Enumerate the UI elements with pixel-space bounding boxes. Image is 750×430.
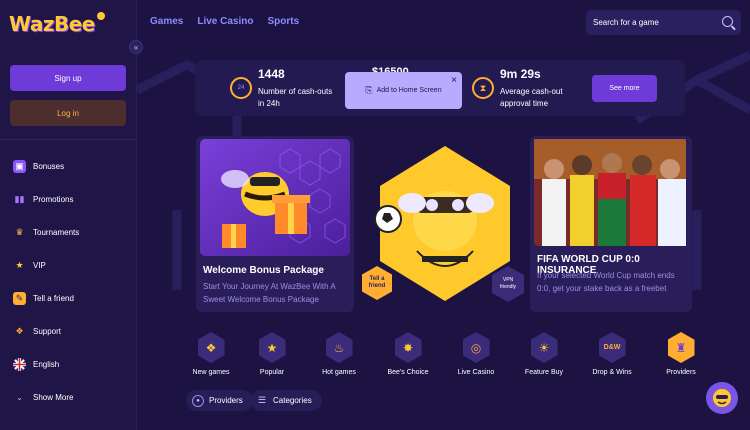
sidebar-item-vip[interactable]: ★ VIP <box>0 249 137 282</box>
star-icon: ★ <box>15 260 24 270</box>
search-placeholder: Search for a game <box>593 18 659 27</box>
sidebar-item-tournaments[interactable]: ♛ Tournaments <box>0 216 137 249</box>
sidebar-item-label: Support <box>33 327 62 336</box>
bee-logo-icon <box>96 12 105 20</box>
category-feature-buy[interactable]: ☀ Feature Buy <box>513 332 575 376</box>
category-live-casino[interactable]: ◎ Live Casino <box>445 332 507 376</box>
flame-icon: ♨ <box>325 332 353 363</box>
sidebar-item-english[interactable]: English <box>0 348 137 381</box>
welcome-card-title: Welcome Bonus Package <box>203 265 324 276</box>
category-bees-choice[interactable]: ✸ Bee's Choice <box>377 332 439 376</box>
login-button[interactable]: Log in <box>10 100 126 126</box>
podium-icon: ▮▮ <box>14 194 25 204</box>
live-chat-button[interactable] <box>706 382 738 414</box>
chevron-down-icon: ⌄ <box>16 393 23 402</box>
time-value: 9m 29s <box>500 67 541 81</box>
categories-pill-label: Categories <box>273 396 312 405</box>
sun-icon: ☀ <box>530 332 558 363</box>
add-to-home-screen-popup[interactable]: ⎘ Add to Home Screen × <box>345 72 462 109</box>
sidebar-item-label: Bonuses <box>33 162 65 171</box>
nav-link-sports[interactable]: Sports <box>268 16 300 27</box>
sidebar-item-label: VIP <box>33 261 46 270</box>
sidebar-item-label: Show More <box>33 393 74 402</box>
category-label: Popular <box>259 369 285 376</box>
category-new-games[interactable]: ❖ New games <box>180 332 242 376</box>
category-label: Drop & Wins <box>592 369 632 376</box>
close-icon[interactable]: × <box>451 75 457 86</box>
add-to-home-icon: ⎘ <box>365 85 373 95</box>
nav-link-live-casino[interactable]: Live Casino <box>197 16 253 27</box>
search-icon[interactable] <box>722 16 733 27</box>
category-label: Live Casino <box>457 369 495 376</box>
category-label: Feature Buy <box>524 369 564 376</box>
hourglass-icon: ⧗ <box>472 77 494 99</box>
sidebar-item-promotions[interactable]: ▮▮ Promotions <box>0 183 137 216</box>
welcome-card-desc: Start Your Journey At WazBee With A Swee… <box>203 282 336 304</box>
bee-badge-icon: ✸ <box>394 332 422 363</box>
trophy-icon: ♛ <box>15 227 24 237</box>
ring-value: 24 <box>237 85 245 91</box>
sidebar-item-label: Tell a friend <box>33 294 74 303</box>
sidebar-divider <box>0 139 137 140</box>
top-nav: Games Live Casino Sports <box>150 16 299 27</box>
new-games-icon: ❖ <box>197 332 225 363</box>
double-chevron-left-icon: « <box>133 42 139 52</box>
category-popular[interactable]: ★ Popular <box>241 332 303 376</box>
roulette-icon: ◎ <box>462 332 490 363</box>
fifa-insurance-card[interactable]: FIFA WORLD CUP 0:0 INSURANCE If your sel… <box>530 136 692 312</box>
sidebar-item-label: Promotions <box>33 195 74 204</box>
search-input[interactable]: Search for a game <box>586 10 741 35</box>
fifa-card-desc: If your selected World Cup match ends 0:… <box>537 271 675 293</box>
cashouts-value: 1448 <box>258 67 285 81</box>
logo-text: WazBee <box>9 12 95 36</box>
category-providers[interactable]: ♜ Providers <box>650 332 712 376</box>
sidebar-item-label: English <box>33 360 60 369</box>
fifa-players-image <box>534 139 686 246</box>
providers-pill-label: Providers <box>209 396 243 405</box>
chat-bee-icon <box>713 389 731 407</box>
category-label: Providers <box>666 369 696 376</box>
nav-link-games[interactable]: Games <box>150 16 183 27</box>
category-label: Hot games <box>322 369 356 376</box>
category-hot-games[interactable]: ♨ Hot games <box>308 332 370 376</box>
category-bar: ❖ New games ★ Popular ♨ Hot games ✸ Bee'… <box>180 332 710 384</box>
wazbee-logo[interactable]: WazBee <box>9 9 105 39</box>
add-to-home-label: Add to Home Screen <box>376 87 442 94</box>
sidebar-nav: ▣ Bonuses ▮▮ Promotions ♛ Tournaments ★ … <box>0 150 137 414</box>
sidebar-item-bonuses[interactable]: ▣ Bonuses <box>0 150 137 183</box>
providers-pill[interactable]: ● Providers <box>186 390 253 411</box>
sidebar-item-tell-a-friend[interactable]: ✎ Tell a friend <box>0 282 137 315</box>
signup-button[interactable]: Sign up <box>10 65 126 91</box>
drop-wins-icon: D&W <box>598 332 626 363</box>
sidebar: WazBee Sign up Log in ▣ Bonuses ▮▮ Promo… <box>0 0 137 430</box>
collapse-sidebar-button[interactable]: « <box>129 40 143 54</box>
gift-icon: ▣ <box>13 160 26 173</box>
list-icon: ☰ <box>257 395 267 405</box>
cashouts-label: Number of cash-outs in 24h <box>258 87 333 108</box>
welcome-bonus-image <box>200 139 350 256</box>
categories-pill[interactable]: ☰ Categories <box>250 390 322 411</box>
sidebar-item-support[interactable]: ❖ Support <box>0 315 137 348</box>
sidebar-item-label: Tournaments <box>33 228 80 237</box>
providers-pill-icon: ● <box>192 394 204 407</box>
see-more-button[interactable]: See more <box>592 75 657 102</box>
providers-icon: ♜ <box>667 332 695 363</box>
time-label: Average cash-out approval time <box>500 87 563 108</box>
category-label: New games <box>192 369 230 376</box>
category-label: Bee's Choice <box>387 369 429 376</box>
popular-star-icon: ★ <box>258 332 286 363</box>
welcome-bonus-card[interactable]: Welcome Bonus Package Start Your Journey… <box>196 136 354 312</box>
category-drop-wins[interactable]: D&W Drop & Wins <box>581 332 643 376</box>
clock-24h-icon: 24 <box>230 77 252 99</box>
share-icon: ✎ <box>13 292 26 305</box>
uk-flag-icon <box>13 358 26 371</box>
sidebar-item-show-more[interactable]: ⌄ Show More <box>0 381 137 414</box>
support-icon: ❖ <box>15 326 24 336</box>
